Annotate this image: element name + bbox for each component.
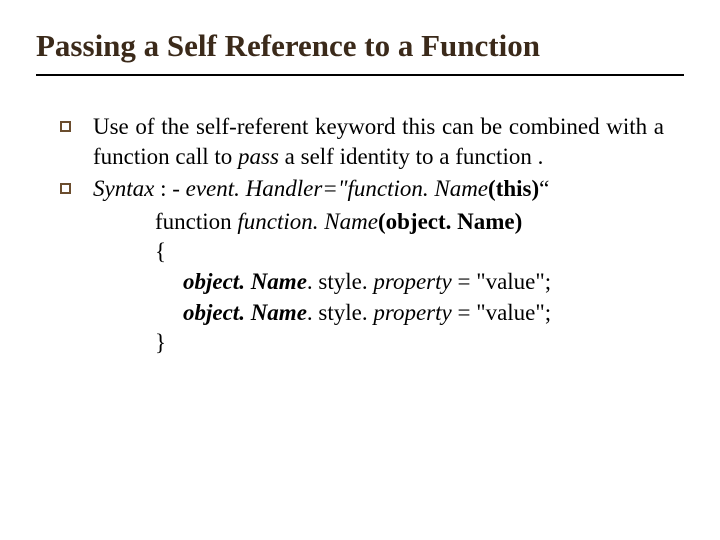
bullet-marker-icon: [60, 121, 71, 132]
fn-decl-line: function function. Name(object. Name): [155, 207, 664, 237]
body-line-2: object. Name. style. property = "value";: [155, 298, 664, 328]
fn-name: function. Name: [237, 209, 378, 234]
line2-prop: property: [373, 300, 451, 325]
body-line-1: object. Name. style. property = "value";: [155, 267, 664, 297]
syntax-body: function function. Name(object. Name) { …: [60, 207, 664, 359]
line1-prop: property: [373, 269, 451, 294]
bullet-text-2: Syntax : - event. Handler="function. Nam…: [93, 174, 664, 204]
content-area: Use of the self-referent keyword this ca…: [36, 82, 684, 359]
line1-obj: object. Name: [183, 269, 307, 294]
bullet1-post: a self identity to a function .: [279, 144, 543, 169]
line2-obj: object. Name: [183, 300, 307, 325]
line2-mid: . style.: [307, 300, 373, 325]
syntax-label: Syntax: [93, 176, 154, 201]
syntax-sep: : -: [154, 176, 185, 201]
title-block: Passing a Self Reference to a Function: [36, 28, 684, 76]
line1-mid: . style.: [307, 269, 373, 294]
bullet-marker-icon: [60, 183, 71, 194]
bullet-item-2: Syntax : - event. Handler="function. Nam…: [60, 174, 664, 204]
syntax-endquote: “: [539, 176, 549, 201]
slide-title: Passing a Self Reference to a Function: [36, 28, 684, 64]
bullet-item-1: Use of the self-referent keyword this ca…: [60, 112, 664, 173]
syntax-this: (this): [488, 176, 539, 201]
line2-assign: = "value";: [452, 300, 551, 325]
bullet-text-1: Use of the self-referent keyword this ca…: [93, 112, 664, 173]
slide: Passing a Self Reference to a Function U…: [0, 0, 720, 540]
fn-keyword: function: [155, 209, 237, 234]
brace-open: {: [155, 237, 664, 267]
bullet1-em: pass: [238, 144, 279, 169]
line1-assign: = "value";: [452, 269, 551, 294]
brace-close: }: [155, 328, 664, 358]
fn-params: (object. Name): [378, 209, 522, 234]
syntax-lhs: event. Handler="function. Name: [186, 176, 488, 201]
title-underline: [36, 74, 684, 76]
